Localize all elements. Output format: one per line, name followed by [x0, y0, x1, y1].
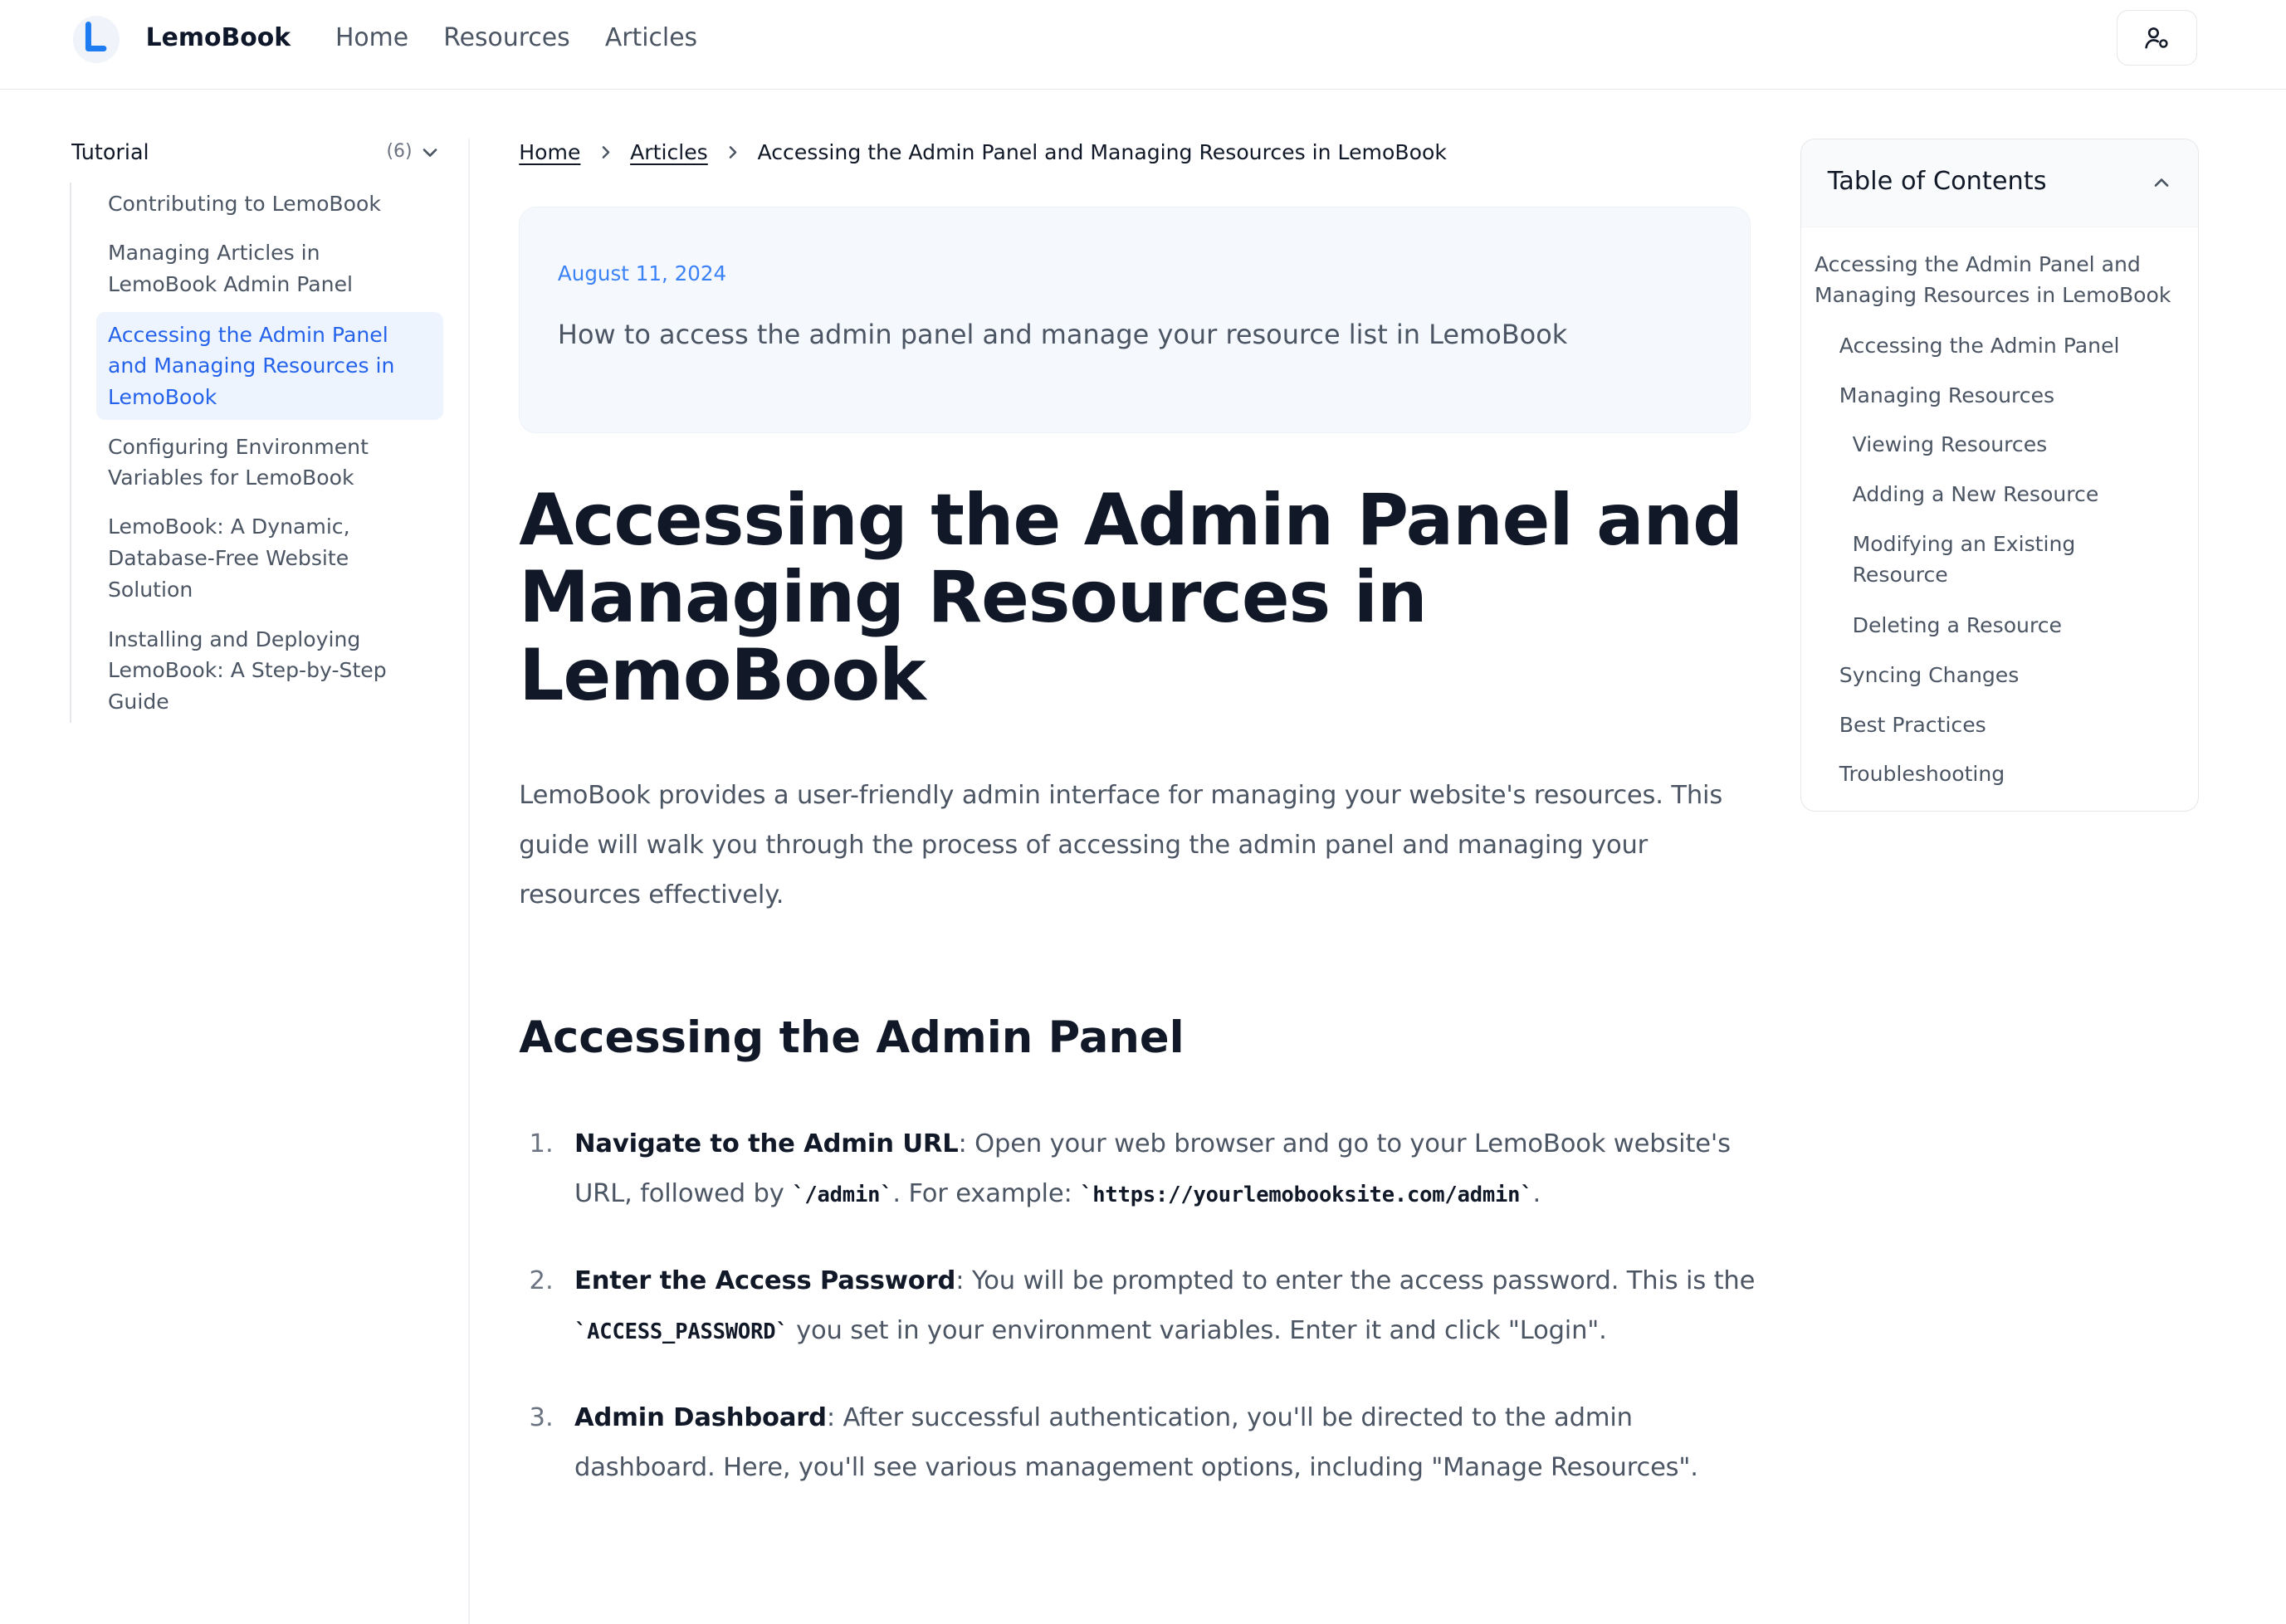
sidebar-item-admin-panel[interactable]: Accessing the Admin Panel and Managing R…: [108, 319, 417, 413]
step-title: Navigate to the Admin URL: [574, 1129, 959, 1158]
article-title: Accessing the Admin Panel and Managing R…: [519, 480, 1743, 717]
sidebar-divider: [467, 138, 470, 1624]
toc-item-adding[interactable]: Adding a New Resource: [1853, 479, 2159, 510]
nav-resources[interactable]: Resources: [443, 23, 569, 52]
main-nav: Home Resources Articles: [335, 23, 732, 52]
list-item-text: Navigate to the Admin URL: Open your web…: [574, 1119, 1756, 1220]
lemobook-logo-icon[interactable]: [72, 16, 120, 63]
toc-title: Table of Contents: [1827, 167, 2047, 197]
list-item-number: 1.: [529, 1129, 554, 1158]
toc-item-managing[interactable]: Managing Resources: [1839, 380, 2190, 412]
chevron-down-icon[interactable]: [418, 141, 442, 164]
list-item-text: Enter the Access Password: You will be p…: [574, 1256, 1756, 1357]
toc-item-viewing[interactable]: Viewing Resources: [1853, 429, 2159, 461]
chevron-right-icon: [708, 144, 758, 161]
inline-code: `ACCESS_PASSWORD`: [574, 1319, 789, 1344]
sidebar-item-installing[interactable]: Installing and Deploying LemoBook: A Ste…: [108, 624, 417, 718]
toc-item-article[interactable]: Accessing the Admin Panel and Managing R…: [1815, 249, 2186, 311]
toc-item-syncing[interactable]: Syncing Changes: [1839, 660, 2190, 691]
breadcrumb: Home Articles Accessing the Admin Panel …: [519, 140, 1447, 164]
toc-item-troubleshooting[interactable]: Troubleshooting: [1839, 758, 2190, 790]
sidebar-item-dynamic-website[interactable]: LemoBook: A Dynamic, Database-Free Websi…: [108, 511, 417, 605]
toc-item-modifying[interactable]: Modifying an Existing Resource: [1853, 529, 2144, 591]
sidebar-item-managing-articles[interactable]: Managing Articles in LemoBook Admin Pane…: [108, 237, 417, 300]
breadcrumb-articles[interactable]: Articles: [630, 140, 708, 164]
article-meta-card: August 11, 2024 How to access the admin …: [519, 207, 1751, 433]
toc-item-best-practices[interactable]: Best Practices: [1839, 710, 2190, 741]
user-settings-icon: [2145, 27, 2168, 49]
chevron-up-icon[interactable]: [2150, 171, 2173, 194]
step-text: : You will be prompted to enter the acce…: [955, 1266, 1756, 1296]
list-item-text: Admin Dashboard: After successful authen…: [574, 1393, 1756, 1492]
step-title: Enter the Access Password: [574, 1266, 956, 1296]
inline-code: `/admin`: [792, 1182, 893, 1207]
top-navbar: LemoBook Home Resources Articles: [0, 0, 2286, 90]
breadcrumb-current: Accessing the Admin Panel and Managing R…: [757, 139, 1447, 164]
page: LemoBook Home Resources Articles Tutoria…: [0, 0, 2286, 1624]
inline-code: `https://yourlemobooksite.com/admin`: [1080, 1182, 1533, 1207]
article-date: August 11, 2024: [557, 261, 727, 286]
sidebar-item-contributing[interactable]: Contributing to LemoBook: [108, 188, 417, 220]
sidebar-count: (6): [386, 141, 413, 163]
brand-name[interactable]: LemoBook: [146, 23, 291, 52]
toc-item-accessing[interactable]: Accessing the Admin Panel: [1839, 330, 2190, 362]
step-title: Admin Dashboard: [574, 1403, 827, 1433]
toc-header[interactable]: Table of Contents: [1801, 139, 2198, 228]
section-heading: Accessing the Admin Panel: [519, 1012, 1185, 1063]
step-text: . For example:: [892, 1178, 1081, 1208]
list-item-number: 2.: [529, 1266, 554, 1296]
list-item-number: 3.: [529, 1403, 554, 1433]
user-settings-button[interactable]: [2117, 10, 2197, 66]
chevron-right-icon: [580, 144, 630, 161]
nav-articles[interactable]: Articles: [605, 23, 697, 52]
sidebar-rail: [70, 182, 72, 724]
step-text: you set in your environment variables. E…: [788, 1315, 1607, 1345]
sidebar-heading: Tutorial: [71, 139, 149, 165]
table-of-contents: Table of Contents Accessing the Admin Pa…: [1800, 138, 2199, 812]
article-description: How to access the admin panel and manage…: [557, 318, 1568, 350]
nav-home[interactable]: Home: [335, 23, 408, 52]
article-intro: LemoBook provides a user-friendly admin …: [519, 781, 1723, 910]
sidebar-item-env-vars[interactable]: Configuring Environment Variables for Le…: [108, 432, 417, 494]
toc-item-deleting[interactable]: Deleting a Resource: [1853, 610, 2159, 641]
breadcrumb-home[interactable]: Home: [519, 140, 580, 164]
step-text: .: [1532, 1178, 1541, 1208]
